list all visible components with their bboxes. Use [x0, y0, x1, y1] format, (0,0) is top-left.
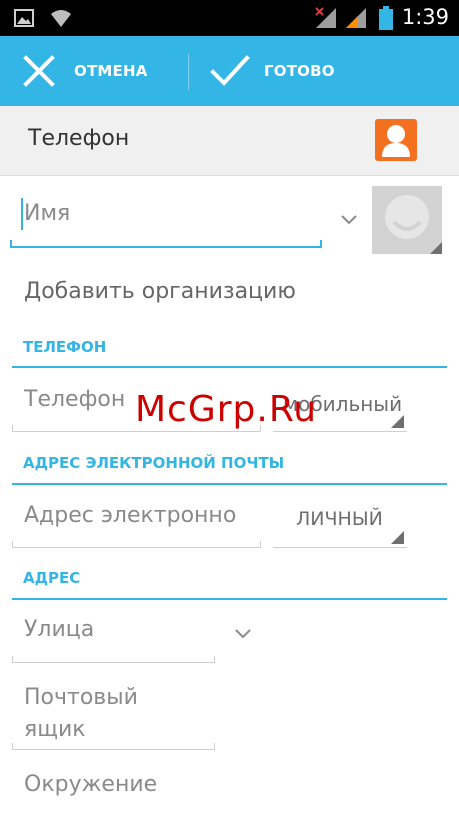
check-icon — [210, 55, 250, 86]
email-type-spinner[interactable]: ЛИЧНЫЙ — [273, 488, 407, 548]
cancel-label: ОТМЕНА — [74, 62, 148, 80]
pobox-input[interactable]: Почтовый ящик — [12, 675, 215, 750]
close-icon — [23, 55, 55, 87]
focus-tick-left — [10, 240, 12, 248]
email-input[interactable]: Адрес электронно — [12, 488, 261, 548]
battery-icon — [379, 6, 393, 30]
pobox-placeholder-line2: ящик — [24, 717, 86, 742]
contact-photo[interactable] — [372, 186, 442, 254]
street-placeholder: Улица — [24, 617, 95, 642]
add-organization-link[interactable]: Добавить организацию — [24, 279, 296, 304]
done-label: ГОТОВО — [264, 62, 335, 80]
text-cursor — [21, 198, 23, 230]
neighborhood-input[interactable]: Окружение — [12, 760, 215, 819]
email-type-value: ЛИЧНЫЙ — [296, 508, 383, 530]
account-title: Телефон — [28, 126, 130, 151]
clock: 1:39 — [401, 5, 449, 29]
account-avatar-icon — [375, 119, 417, 161]
email-placeholder: Адрес электронно — [24, 503, 237, 528]
avatar-placeholder-icon — [385, 195, 442, 254]
neighborhood-placeholder: Окружение — [24, 772, 158, 797]
signal-no-sim-icon — [315, 7, 336, 28]
email-section-header: АДРЕС ЭЛЕКТРОННОЙ ПОЧТЫ — [23, 454, 285, 472]
watermark: McGrp.Ru — [135, 389, 318, 430]
action-divider — [188, 54, 189, 90]
pobox-placeholder-line1: Почтовый — [24, 685, 138, 710]
cancel-button[interactable]: ОТМЕНА — [22, 36, 148, 106]
address-section-divider — [12, 598, 447, 600]
phone-section-divider — [12, 366, 447, 368]
status-bar: 1:39 — [0, 0, 459, 36]
expand-name-chevron-icon[interactable] — [340, 214, 358, 226]
street-input[interactable]: Улица — [12, 603, 215, 663]
phone-section-header: ТЕЛЕФОН — [23, 338, 107, 356]
action-bar: ОТМЕНА ГОТОВО — [0, 36, 459, 106]
name-field[interactable]: Имя — [10, 186, 322, 248]
signal-icon — [346, 8, 366, 28]
spinner-corner-icon — [391, 531, 404, 544]
focus-tick-right — [320, 240, 322, 248]
done-button[interactable]: ГОТОВО — [210, 36, 335, 106]
expand-address-chevron-icon[interactable] — [234, 628, 252, 640]
name-placeholder: Имя — [24, 201, 71, 226]
address-section-header: АДРЕС — [23, 569, 81, 587]
wifi-icon — [51, 10, 71, 27]
email-section-divider — [12, 483, 447, 485]
image-icon — [14, 9, 34, 27]
spinner-corner-icon — [391, 415, 404, 428]
